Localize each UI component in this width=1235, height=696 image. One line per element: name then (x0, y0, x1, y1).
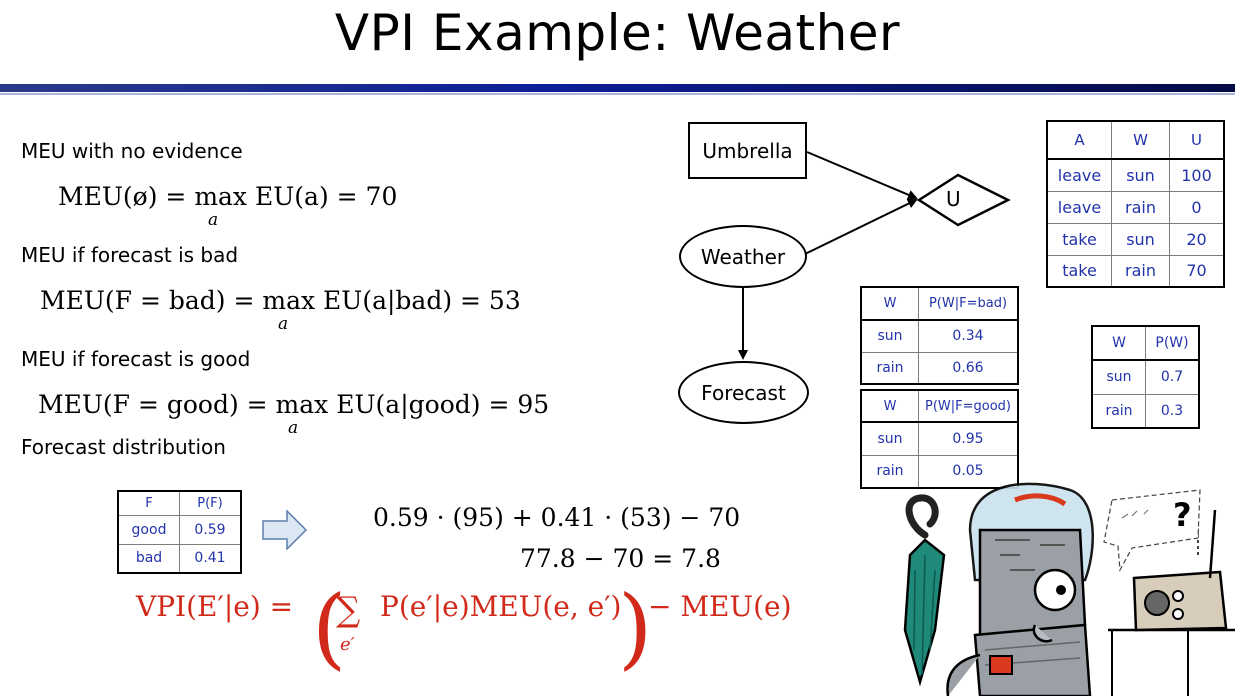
eq3-sub: a (288, 418, 299, 438)
table-header: P(F) (179, 490, 242, 516)
table-cell: rain (860, 351, 919, 385)
table-header: P(W|F=good) (918, 389, 1019, 423)
sum-subscript: e′ (340, 634, 355, 655)
vpi-formula: VPI(E′|e) = ( ∑ e′ P(e′|e)MEU(e, e′) ) −… (136, 576, 792, 679)
vpi-lhs: VPI(E′|e) = (136, 590, 294, 623)
utility-node (916, 173, 1011, 227)
no-evidence-label: MEU with no evidence (21, 139, 243, 163)
eq2-lhs: MEU(F = bad) = max (40, 286, 316, 315)
umbrella-node: Umbrella (688, 122, 807, 179)
table-cell: 0.3 (1145, 393, 1200, 429)
table-header: P(W) (1145, 325, 1200, 361)
forecast-bad-label: MEU if forecast is bad (21, 243, 239, 267)
forecast-distribution-label: Forecast distribution (21, 435, 226, 459)
table-cell: 0.66 (918, 351, 1019, 385)
eq2-sub: a (278, 314, 289, 334)
table-header: A (1046, 120, 1112, 160)
radio-table-icon (1108, 628, 1235, 696)
utility-label: U (946, 187, 961, 211)
speech-question: ? (1173, 496, 1192, 534)
table-cell: bad (117, 543, 180, 574)
weather-node: Weather (679, 225, 807, 288)
table-cell: sun (1111, 158, 1170, 192)
table-cell: sun (860, 319, 919, 353)
edge-weather-utility (804, 199, 918, 255)
table-cell: rain (1111, 254, 1170, 288)
table-cell: 70 (1169, 254, 1225, 288)
table-cell: 0.59 (179, 514, 242, 545)
forecast-node: Forecast (678, 361, 809, 424)
eq3-lhs: MEU(F = good) = max (38, 390, 329, 419)
utility-table: A W U leave sun 100 leave rain 0 take su… (1046, 120, 1225, 288)
edge-umbrella-utility (806, 151, 918, 200)
meu-bad-equation: MEU(F = bad) = max a EU(a|bad) = 53 (40, 286, 521, 334)
meu-no-evidence-equation: MEU(ø) = max a EU(a) = 70 (58, 182, 398, 230)
forecast-distribution-table: F P(F) good 0.59 bad 0.41 (117, 490, 242, 574)
table-cell: 0 (1169, 190, 1225, 224)
table-cell: take (1046, 222, 1112, 256)
calc-line-2: 77.8 − 70 = 7.8 (520, 544, 721, 573)
table-header: P(W|F=bad) (918, 286, 1019, 321)
table-header: W (1111, 120, 1170, 160)
table-header: W (860, 389, 919, 423)
right-arrow-icon (262, 510, 308, 550)
table-cell: good (117, 514, 180, 545)
table-cell: sun (1111, 222, 1170, 256)
table-header: U (1169, 120, 1225, 160)
utility-diamond (916, 173, 1011, 227)
robot-icon (946, 482, 1094, 696)
table-cell: rain (1091, 393, 1146, 429)
table-cell: 20 (1169, 222, 1225, 256)
table-header: F (117, 490, 180, 516)
table-cell: leave (1046, 190, 1112, 224)
table-cell: 100 (1169, 158, 1225, 192)
table-cell: leave (1046, 158, 1112, 192)
page-title: VPI Example: Weather (334, 4, 901, 62)
eq1-sub: a (208, 210, 219, 230)
robot-illustration: ? (903, 482, 1235, 696)
table-cell: 0.34 (918, 319, 1019, 353)
sum-symbol: ∑ (336, 590, 361, 630)
table-header: W (1091, 325, 1146, 361)
table-cell: 0.41 (179, 543, 242, 574)
speech-bubble-icon: ? (1103, 489, 1201, 573)
table-cell: rain (1111, 190, 1170, 224)
eq2-rhs: EU(a|bad) = 53 (323, 286, 521, 315)
table-cell: 0.7 (1145, 359, 1200, 395)
eq1-rhs: EU(a) = 70 (254, 182, 398, 211)
eq3-rhs: EU(a|good) = 95 (336, 390, 550, 419)
eq1-lhs: MEU(ø) = max (58, 182, 248, 211)
forecast-good-label: MEU if forecast is good (21, 347, 251, 371)
weather-prior-table: W P(W) sun 0.7 rain 0.3 (1091, 325, 1200, 429)
umbrella-icon (903, 494, 946, 687)
vpi-inner: P(e′|e)MEU(e, e′) (380, 590, 622, 623)
meu-good-equation: MEU(F = good) = max a EU(a|good) = 95 (38, 390, 550, 438)
calc-line-1: 0.59 · (95) + 0.41 · (53) − 70 (373, 503, 741, 532)
table-cell: take (1046, 254, 1112, 288)
table-cell: sun (1091, 359, 1146, 395)
weather-given-bad-table: W P(W|F=bad) sun 0.34 rain 0.66 (860, 286, 1019, 385)
vpi-rhs: − MEU(e) (648, 590, 792, 623)
table-cell: 0.95 (918, 421, 1019, 456)
table-cell: sun (860, 421, 919, 456)
table-header: W (860, 286, 919, 321)
title-divider (0, 84, 1235, 95)
